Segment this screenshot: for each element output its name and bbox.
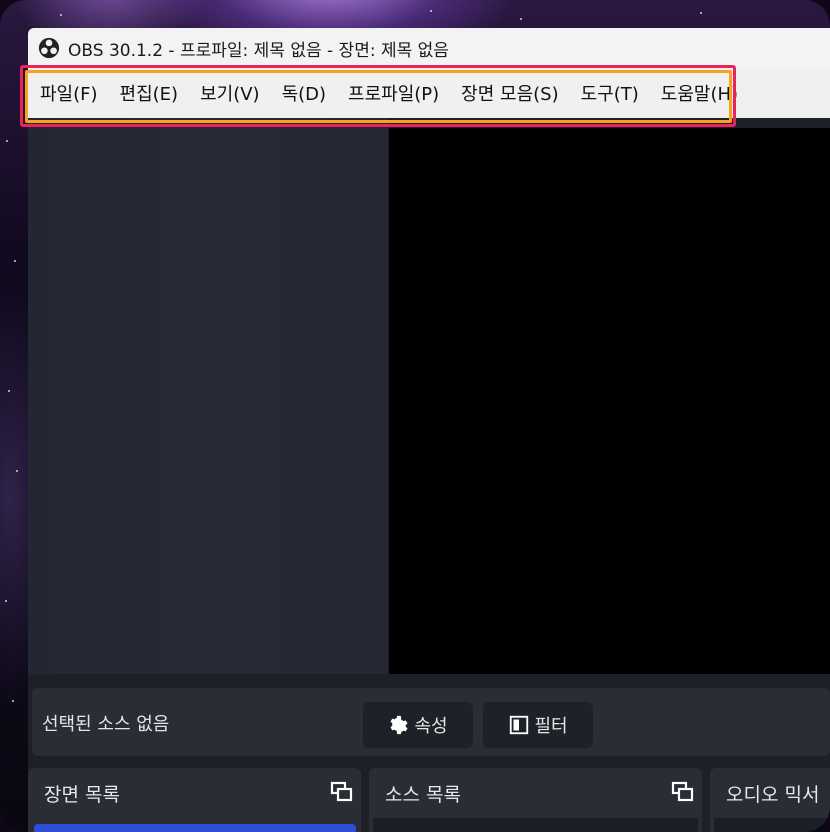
obs-logo-icon xyxy=(38,37,60,59)
properties-button[interactable]: 속성 xyxy=(363,702,473,748)
undock-icon[interactable] xyxy=(670,780,696,804)
undock-icon[interactable] xyxy=(329,780,355,804)
filters-label: 필터 xyxy=(534,716,568,737)
scenes-dock: 장면 목록 xyxy=(28,768,361,832)
selected-scene-row[interactable] xyxy=(34,824,356,832)
sources-dock-title: 소스 목록 xyxy=(385,784,461,806)
menu-highlight-inner xyxy=(25,70,732,123)
filters-button[interactable]: 필터 xyxy=(483,702,593,748)
filter-icon xyxy=(510,715,529,735)
obs-window: OBS 30.1.2 - 프로파일: 제목 없음 - 장면: 제목 없음 파일(… xyxy=(28,28,830,832)
left-panel xyxy=(28,118,388,674)
properties-label: 속성 xyxy=(414,716,448,737)
sources-list[interactable] xyxy=(373,818,698,832)
audio-mixer-list[interactable] xyxy=(714,818,830,832)
audio-mixer-dock: 오디오 믹서 xyxy=(710,768,830,832)
sources-dock: 소스 목록 xyxy=(369,768,702,832)
audio-mixer-dock-title: 오디오 믹서 xyxy=(726,784,820,806)
desktop-wallpaper: OBS 30.1.2 - 프로파일: 제목 없음 - 장면: 제목 없음 파일(… xyxy=(0,0,830,832)
gear-icon xyxy=(390,715,408,735)
window-title: OBS 30.1.2 - 프로파일: 제목 없음 - 장면: 제목 없음 xyxy=(68,40,449,61)
no-source-selected-label: 선택된 소스 없음 xyxy=(42,714,170,735)
title-bar[interactable]: OBS 30.1.2 - 프로파일: 제목 없음 - 장면: 제목 없음 xyxy=(28,28,830,68)
source-toolbar: 선택된 소스 없음 속성 필터 xyxy=(32,688,830,756)
preview-canvas[interactable] xyxy=(389,128,830,674)
scenes-dock-title: 장면 목록 xyxy=(44,784,120,806)
